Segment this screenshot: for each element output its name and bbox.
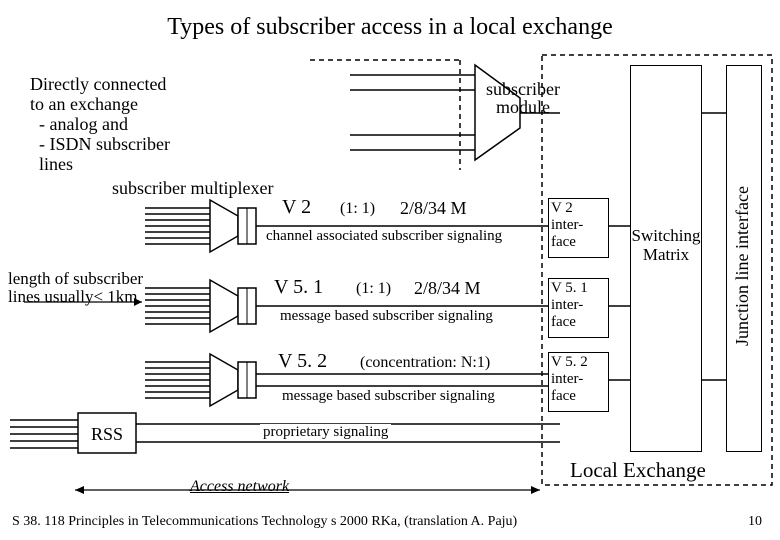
len-l1: length of subscriber [8, 270, 143, 288]
v2-sig: channel associated subscriber signaling [266, 228, 502, 245]
footer-text: S 38. 118 Principles in Telecommunicatio… [12, 514, 517, 530]
iv2-l3: face [551, 234, 606, 251]
rss-label: RSS [78, 424, 136, 445]
jli-label: Junction line interface [732, 176, 753, 346]
page-title: Types of subscriber access in a local ex… [0, 14, 780, 41]
v51-rate: 2/8/34 M [414, 278, 481, 299]
v52-sig: message based subscriber signaling [282, 388, 495, 405]
local-exchange-label: Local Exchange [570, 458, 706, 483]
sm-l1: subscriber [478, 80, 568, 98]
dc-l4: - ISDN subscriber [30, 134, 170, 154]
subscriber-module-label: subscriber module [478, 80, 568, 116]
v51-name: V 5. 1 [274, 276, 323, 299]
iv51-l2: inter- [551, 297, 606, 314]
sw-l1: Switching [625, 226, 707, 245]
junction-line-interface-box: Junction line interface [726, 65, 762, 452]
iv2-l1: V 2 [551, 200, 606, 217]
iv52-l1: V 5. 2 [551, 354, 606, 371]
iv52-l2: inter- [551, 371, 606, 388]
dc-l1: Directly connected [30, 74, 170, 94]
iv52-l3: face [551, 388, 606, 405]
v2-name: V 2 [282, 196, 311, 219]
dc-l3: - analog and [30, 114, 170, 134]
v52-ratio: (concentration: N:1) [360, 354, 490, 372]
v51-ratio: (1: 1) [356, 280, 391, 298]
v52-interface-box: V 5. 2 inter- face [548, 352, 609, 412]
iv51-l3: face [551, 314, 606, 331]
dc-l5: lines [30, 154, 170, 174]
proprietary-sig: proprietary signaling [260, 424, 391, 441]
direct-connected-text: Directly connected to an exchange - anal… [30, 74, 170, 174]
iv51-l1: V 5. 1 [551, 280, 606, 297]
len-l2: lines usually< 1km [8, 288, 143, 306]
v51-sig: message based subscriber signaling [280, 308, 493, 325]
access-network-label: Access network [190, 478, 289, 496]
dc-l2: to an exchange [30, 94, 170, 114]
v51-interface-box: V 5. 1 inter- face [548, 278, 609, 338]
v2-ratio: (1: 1) [340, 200, 375, 218]
v2-rate: 2/8/34 M [400, 198, 467, 219]
switching-matrix-box: Switching Matrix [630, 65, 702, 452]
length-note: length of subscriber lines usually< 1km [8, 270, 143, 306]
v2-interface-box: V 2 inter- face [548, 198, 609, 258]
sw-l2: Matrix [625, 245, 707, 264]
iv2-l2: inter- [551, 217, 606, 234]
subscriber-multiplexer-label: subscriber multiplexer [112, 178, 273, 199]
v52-name: V 5. 2 [278, 350, 327, 373]
page-number: 10 [748, 514, 762, 530]
sm-l2: module [478, 98, 568, 116]
